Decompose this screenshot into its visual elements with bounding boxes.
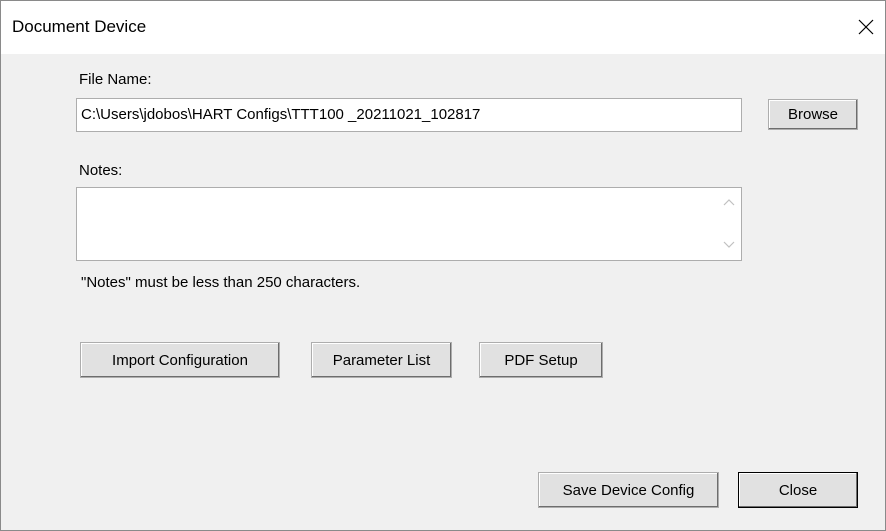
file-name-input[interactable]: C:\Users\jdobos\HART Configs\TTT100 _202… [76, 98, 742, 132]
title-bar: Document Device [1, 1, 885, 54]
notes-label: Notes: [79, 162, 123, 179]
notes-textarea[interactable] [76, 187, 742, 261]
scroll-down-icon[interactable] [721, 237, 737, 253]
import-configuration-button[interactable]: Import Configuration [80, 342, 280, 378]
file-name-label: File Name: [79, 71, 152, 88]
close-glyph [858, 19, 874, 35]
browse-button[interactable]: Browse [768, 99, 858, 130]
notes-hint: "Notes" must be less than 250 characters… [81, 274, 361, 291]
chevron-down-glyph [723, 241, 735, 248]
close-button[interactable]: Close [738, 472, 858, 508]
document-device-dialog: Document Device File Name: C:\Users\jdob… [0, 0, 886, 531]
parameter-list-button[interactable]: Parameter List [311, 342, 452, 378]
window-title: Document Device [12, 17, 147, 36]
chevron-up-glyph [723, 199, 735, 206]
scroll-up-icon[interactable] [721, 194, 737, 210]
save-device-config-button[interactable]: Save Device Config [538, 472, 719, 508]
close-icon[interactable] [851, 10, 881, 44]
dialog-body: File Name: C:\Users\jdobos\HART Configs\… [1, 54, 885, 530]
pdf-setup-button[interactable]: PDF Setup [479, 342, 603, 378]
